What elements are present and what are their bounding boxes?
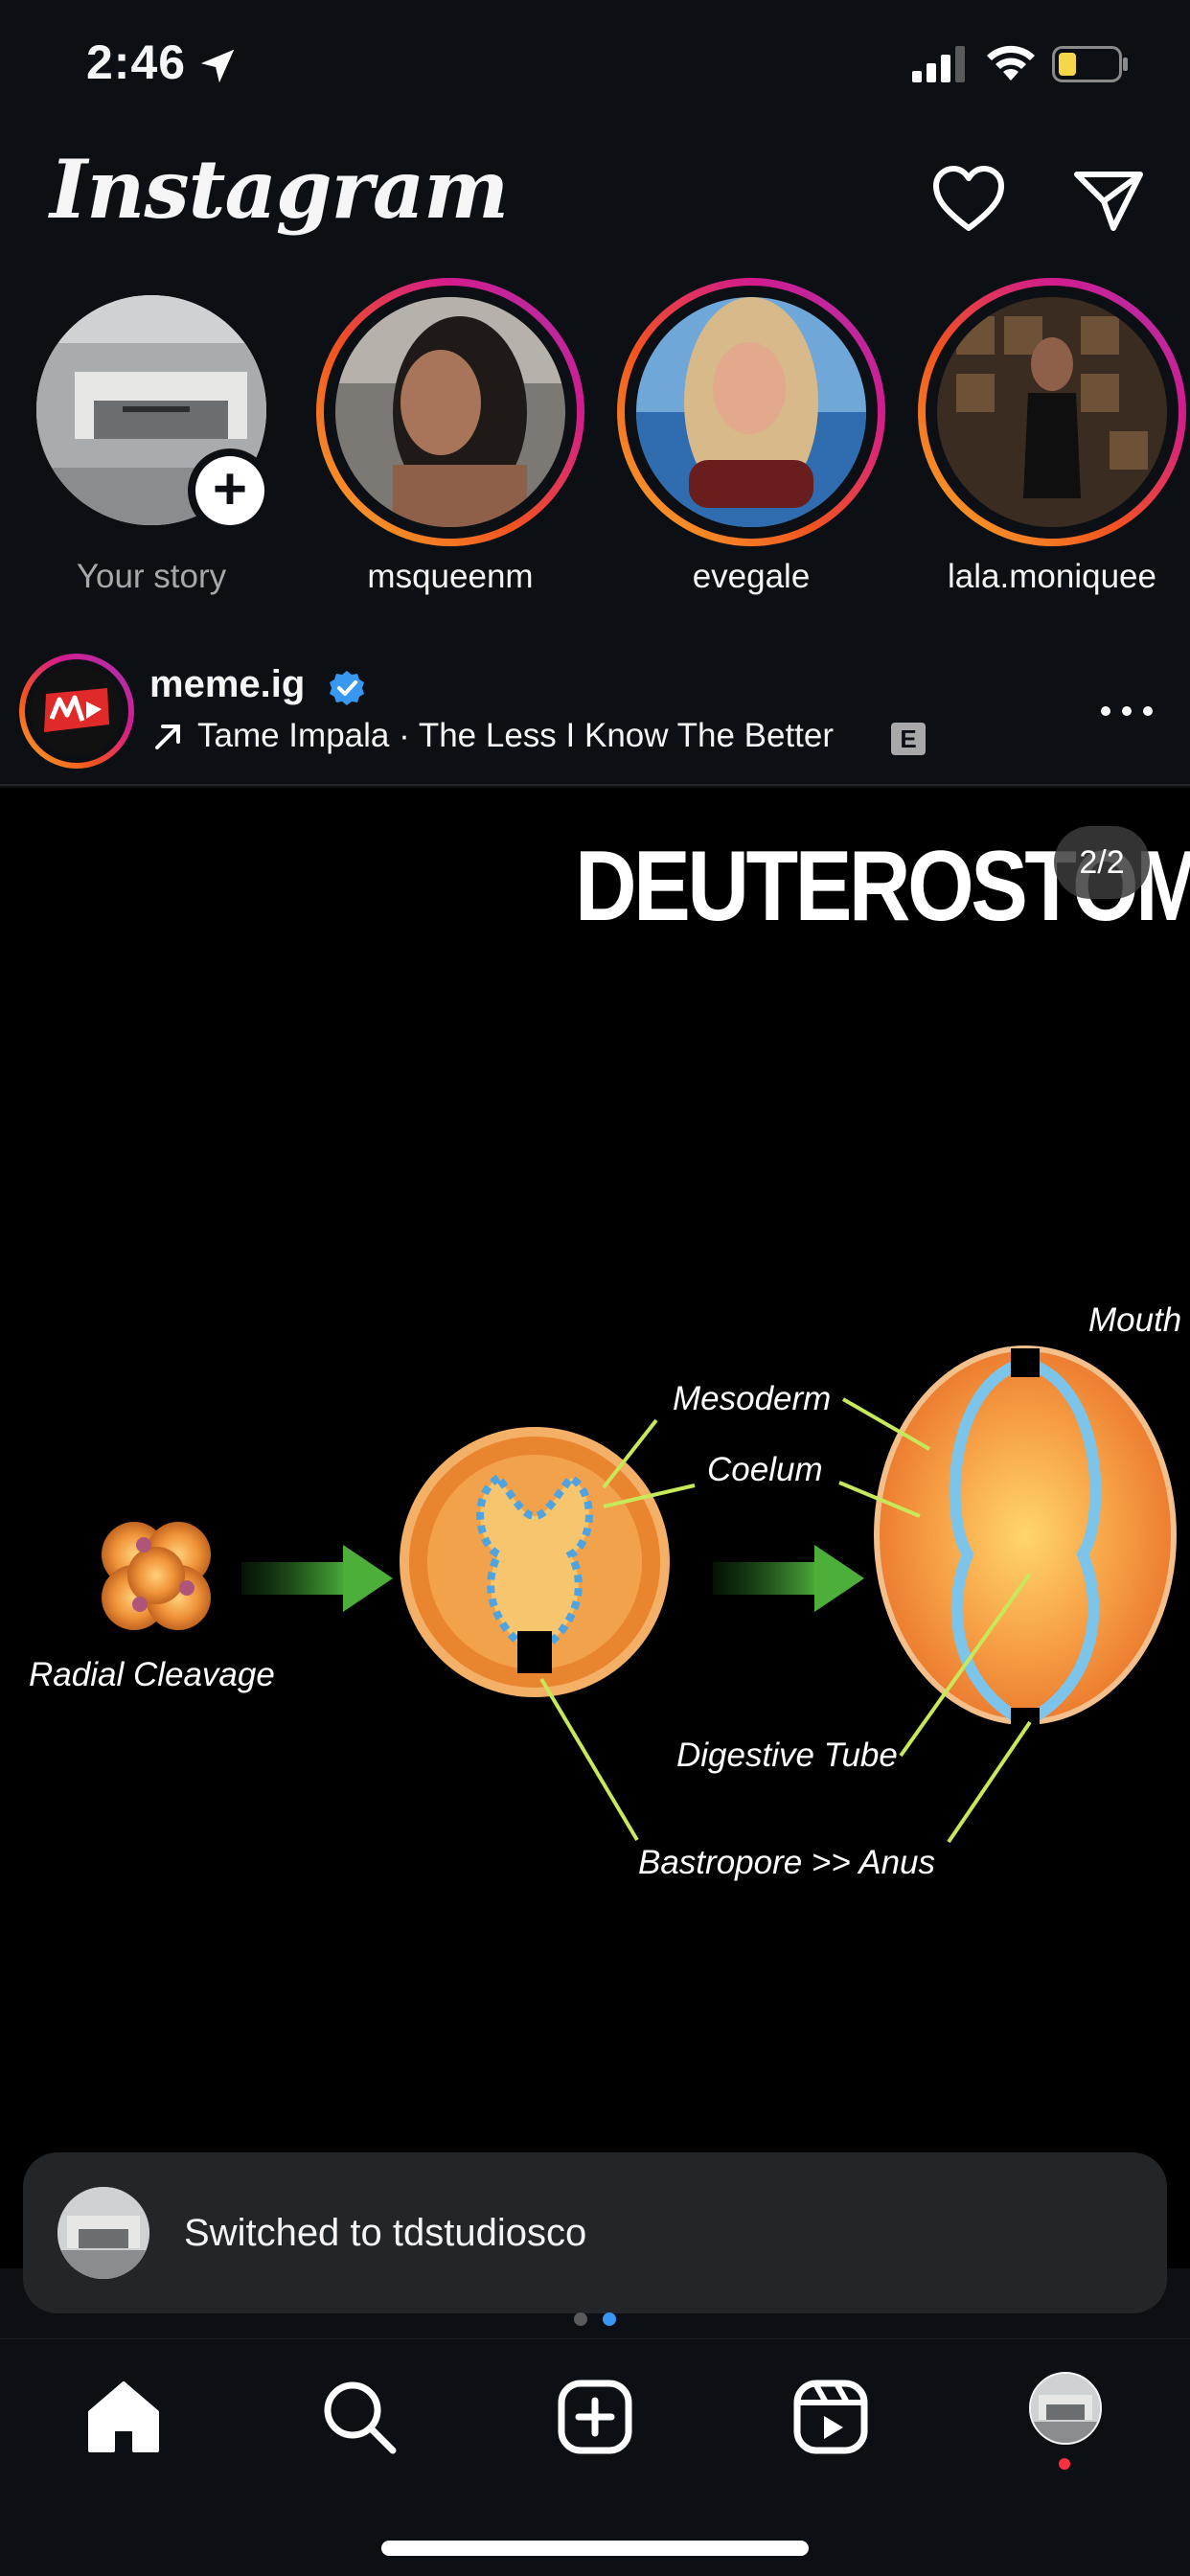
story-label: lala.moniquee bbox=[948, 558, 1156, 595]
story-label: evegale bbox=[692, 558, 811, 595]
story-your-story[interactable]: + Your story bbox=[0, 278, 287, 604]
paper-plane-icon[interactable] bbox=[1071, 165, 1146, 234]
story-evegale[interactable]: evegale bbox=[584, 278, 885, 604]
verified-badge-icon bbox=[330, 671, 364, 705]
post-username[interactable]: meme.ig bbox=[149, 663, 305, 706]
music-arrow-icon bbox=[155, 724, 180, 749]
post-divider bbox=[0, 784, 1190, 786]
explicit-badge: E bbox=[891, 723, 926, 755]
label-digestive-tube: Digestive Tube bbox=[676, 1736, 898, 1774]
post-music-track[interactable]: Tame Impala · The Less I Know The Better bbox=[197, 717, 834, 755]
bottom-nav bbox=[0, 2338, 1190, 2576]
status-time: 2:46 bbox=[86, 35, 187, 89]
wifi-icon bbox=[987, 45, 1035, 80]
profile-avatar[interactable] bbox=[1029, 2372, 1102, 2445]
stories-tray: + Your story msqueenm evegale lala.moniq… bbox=[0, 278, 1190, 604]
toast-message: Switched to tdstudiosco bbox=[184, 2212, 587, 2254]
heart-icon[interactable] bbox=[931, 165, 1006, 234]
story-avatar bbox=[636, 297, 866, 527]
post-author-avatar[interactable] bbox=[19, 654, 134, 769]
story-ring bbox=[617, 278, 885, 546]
label-bastropore: Bastropore >> Anus bbox=[638, 1844, 936, 1881]
deuterostome-embryo bbox=[874, 1346, 1177, 1736]
home-indicator[interactable] bbox=[381, 2541, 809, 2556]
story-avatar bbox=[937, 297, 1167, 527]
more-options-icon[interactable] bbox=[1098, 702, 1156, 721]
story-lala-moniquee[interactable]: lala.moniquee bbox=[885, 278, 1186, 604]
label-coelum: Coelum bbox=[707, 1451, 823, 1488]
add-story-button[interactable]: + bbox=[188, 448, 272, 533]
story-ring bbox=[316, 278, 584, 546]
story-label: Your story bbox=[76, 558, 227, 595]
post-header: meme.ig Tame Impala · The Less I Know Th… bbox=[0, 652, 1190, 786]
reels-icon[interactable] bbox=[788, 2374, 874, 2460]
deuterostome-diagram bbox=[102, 1346, 1177, 1844]
home-icon[interactable] bbox=[80, 2374, 167, 2460]
label-radial-cleavage: Radial Cleavage bbox=[29, 1656, 275, 1693]
radial-cleavage-cells bbox=[102, 1522, 211, 1630]
story-label: msqueenm bbox=[367, 558, 534, 595]
story-ring bbox=[918, 278, 1186, 546]
cellular-signal-icon bbox=[912, 46, 965, 82]
green-arrow-1 bbox=[241, 1545, 393, 1612]
toast-avatar bbox=[57, 2187, 149, 2279]
green-arrow-2 bbox=[713, 1545, 864, 1612]
meme-logo-icon bbox=[31, 665, 123, 757]
account-switch-toast[interactable]: Switched to tdstudiosco bbox=[23, 2152, 1167, 2313]
label-mesoderm: Mesoderm bbox=[673, 1380, 832, 1417]
story-avatar bbox=[335, 297, 565, 527]
plus-icon: + bbox=[195, 456, 264, 525]
status-bar: 2:46 bbox=[0, 0, 1190, 134]
location-arrow-icon bbox=[200, 49, 235, 83]
create-icon[interactable] bbox=[552, 2374, 638, 2460]
post-image[interactable]: DEUTEROSTOMES 2/2 bbox=[0, 788, 1190, 2268]
gastrula bbox=[400, 1427, 670, 1697]
instagram-logo[interactable]: Instagram bbox=[50, 142, 509, 237]
search-icon[interactable] bbox=[316, 2374, 402, 2460]
notification-dot bbox=[1059, 2458, 1070, 2470]
carousel-dots bbox=[574, 2312, 616, 2326]
label-mouth: Mouth bbox=[1088, 1301, 1182, 1339]
battery-icon bbox=[1052, 46, 1128, 82]
story-msqueenm[interactable]: msqueenm bbox=[284, 278, 584, 604]
